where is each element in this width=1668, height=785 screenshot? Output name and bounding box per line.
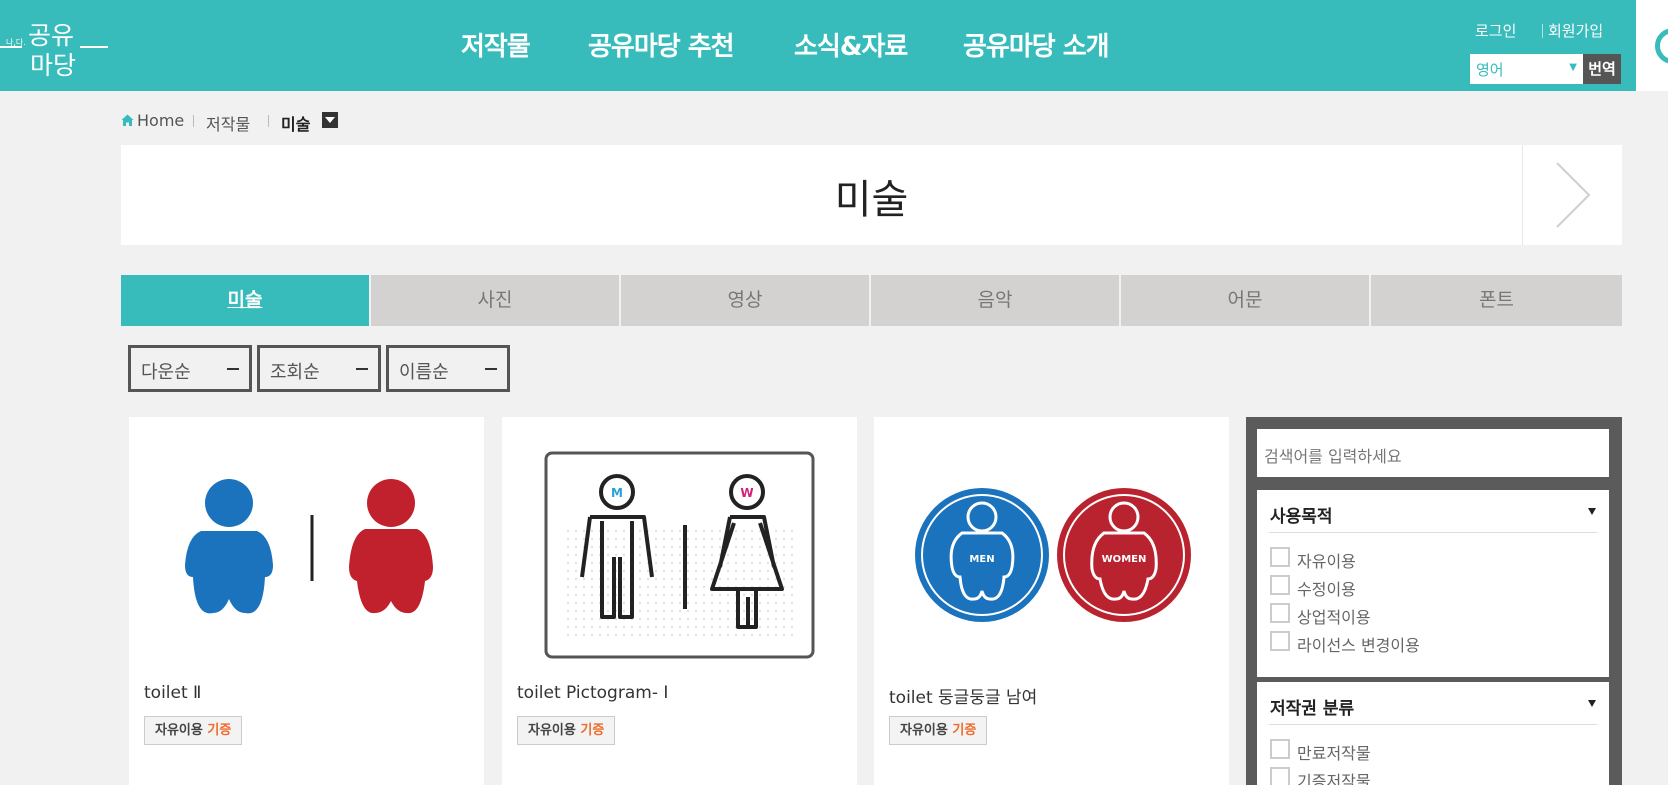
chevron-right-icon xyxy=(1556,162,1591,228)
work-card[interactable]: M W toilet Pictogram- Ⅰ 자유이용 기증 xyxy=(502,417,857,785)
option-label: 라이선스 변경이용 xyxy=(1297,636,1420,655)
site-logo[interactable]: 나,다. 공유 마당 xyxy=(0,10,110,85)
minus-icon xyxy=(485,368,497,370)
minus-icon xyxy=(356,368,368,370)
language-select-value: 영어 xyxy=(1476,61,1504,79)
toilet-pictogram-image[interactable]: MEN WOMEN xyxy=(874,417,1229,687)
checkbox-icon[interactable] xyxy=(1270,603,1290,623)
nav-item-works[interactable]: 저작물 xyxy=(461,26,531,63)
checkbox-icon[interactable] xyxy=(1270,575,1290,595)
license-badge: 자유이용 기증 xyxy=(144,716,243,745)
svg-text:나,다.: 나,다. xyxy=(6,38,26,47)
dropdown-caret-icon[interactable] xyxy=(1588,700,1596,707)
sort-views-button[interactable]: 조회순 xyxy=(257,345,381,392)
badge-type: 기증 xyxy=(580,723,605,738)
breadcrumb-current: 미술 xyxy=(281,115,311,134)
nav-item-about[interactable]: 공유마당 소개 xyxy=(963,26,1110,63)
women-label: WOMEN xyxy=(1102,554,1147,565)
breadcrumb-home[interactable]: Home xyxy=(137,111,184,130)
login-link[interactable]: 로그인 xyxy=(1475,20,1516,41)
badge-use: 자유이용 xyxy=(528,723,576,738)
language-select[interactable]: 영어 ▼ xyxy=(1470,54,1583,84)
next-category-button[interactable] xyxy=(1522,145,1622,245)
tab-font[interactable]: 폰트 xyxy=(1371,275,1622,326)
badge-use: 자유이용 xyxy=(900,723,948,738)
work-card[interactable]: toilet Ⅱ 자유이용 기증 xyxy=(129,417,484,785)
nav-item-recommend[interactable]: 공유마당 추천 xyxy=(588,26,735,63)
tab-video[interactable]: 영상 xyxy=(621,275,869,326)
checkbox-icon[interactable] xyxy=(1270,767,1290,785)
badge-type: 기증 xyxy=(952,723,977,738)
facet-copyright-class: 저작권 분류 만료저작물 기증저작물 xyxy=(1257,682,1609,785)
util-divider xyxy=(1542,24,1543,38)
license-badge: 자유이용 기증 xyxy=(889,716,988,745)
logo-text-top: 공유 xyxy=(28,21,74,50)
breadcrumb-divider xyxy=(268,115,269,127)
dropdown-caret-icon[interactable] xyxy=(1588,508,1596,515)
work-title[interactable]: toilet 둥글둥글 남여 xyxy=(889,683,1037,708)
translate-button[interactable]: 번역 xyxy=(1583,54,1621,84)
logo-text-bottom: 마당 xyxy=(30,51,76,80)
breadcrumb-divider xyxy=(193,115,194,127)
facet-usage-purpose: 사용목적 자유이용 수정이용 상업적이용 라이선스 변경이용 xyxy=(1257,490,1609,677)
facet-title[interactable]: 저작권 분류 xyxy=(1270,694,1354,719)
page-title: 미술 xyxy=(834,177,909,223)
work-title[interactable]: toilet Ⅱ xyxy=(144,683,201,703)
badge-type: 기증 xyxy=(207,723,232,738)
tab-text[interactable]: 어문 xyxy=(1121,275,1369,326)
sort-label: 이름순 xyxy=(399,362,449,383)
option-label: 기증저작물 xyxy=(1297,772,1371,785)
work-card[interactable]: MEN WOMEN toilet 둥글둥글 남여 자유이용 기증 xyxy=(874,417,1229,785)
signup-link[interactable]: 회원가입 xyxy=(1548,20,1603,41)
men-label: M xyxy=(611,486,623,500)
checkbox-icon[interactable] xyxy=(1270,547,1290,567)
breadcrumb-dropdown-icon[interactable] xyxy=(322,112,338,128)
option-label: 상업적이용 xyxy=(1297,608,1371,627)
home-icon xyxy=(121,114,134,126)
facet-title[interactable]: 사용목적 xyxy=(1270,502,1333,527)
tab-photo[interactable]: 사진 xyxy=(371,275,619,326)
license-badge: 자유이용 기증 xyxy=(517,716,616,745)
women-label: W xyxy=(740,486,753,500)
tab-music[interactable]: 음악 xyxy=(871,275,1119,326)
sort-label: 다운순 xyxy=(141,362,191,383)
work-title[interactable]: toilet Pictogram- Ⅰ xyxy=(517,683,668,703)
toilet-pictogram-image[interactable]: M W xyxy=(502,417,857,687)
breadcrumb-works[interactable]: 저작물 xyxy=(206,111,250,135)
option-label: 자유이용 xyxy=(1297,552,1356,571)
badge-use: 자유이용 xyxy=(155,723,203,738)
divider xyxy=(1269,532,1597,533)
checkbox-icon[interactable] xyxy=(1270,739,1290,759)
title-banner: 미술 xyxy=(121,145,1622,245)
site-header: 나,다. 공유 마당 저작물 공유마당 추천 소식&자료 공유마당 소개 로그인… xyxy=(0,0,1668,91)
men-label: MEN xyxy=(969,554,994,565)
nav-item-news[interactable]: 소식&자료 xyxy=(794,26,908,63)
checkbox-icon[interactable] xyxy=(1270,631,1290,651)
option-label: 수정이용 xyxy=(1297,580,1356,599)
option-label: 만료저작물 xyxy=(1297,744,1371,763)
minus-icon xyxy=(227,368,239,370)
divider xyxy=(1269,724,1597,725)
sort-label: 조회순 xyxy=(270,362,320,383)
toilet-pictogram-image[interactable] xyxy=(129,417,484,687)
search-input[interactable]: 검색어를 입력하세요 xyxy=(1257,429,1609,477)
dropdown-caret-icon: ▼ xyxy=(1569,62,1577,73)
tab-art[interactable]: 미술 xyxy=(121,275,369,326)
sort-name-button[interactable]: 이름순 xyxy=(386,345,510,392)
sort-downloads-button[interactable]: 다운순 xyxy=(128,345,252,392)
